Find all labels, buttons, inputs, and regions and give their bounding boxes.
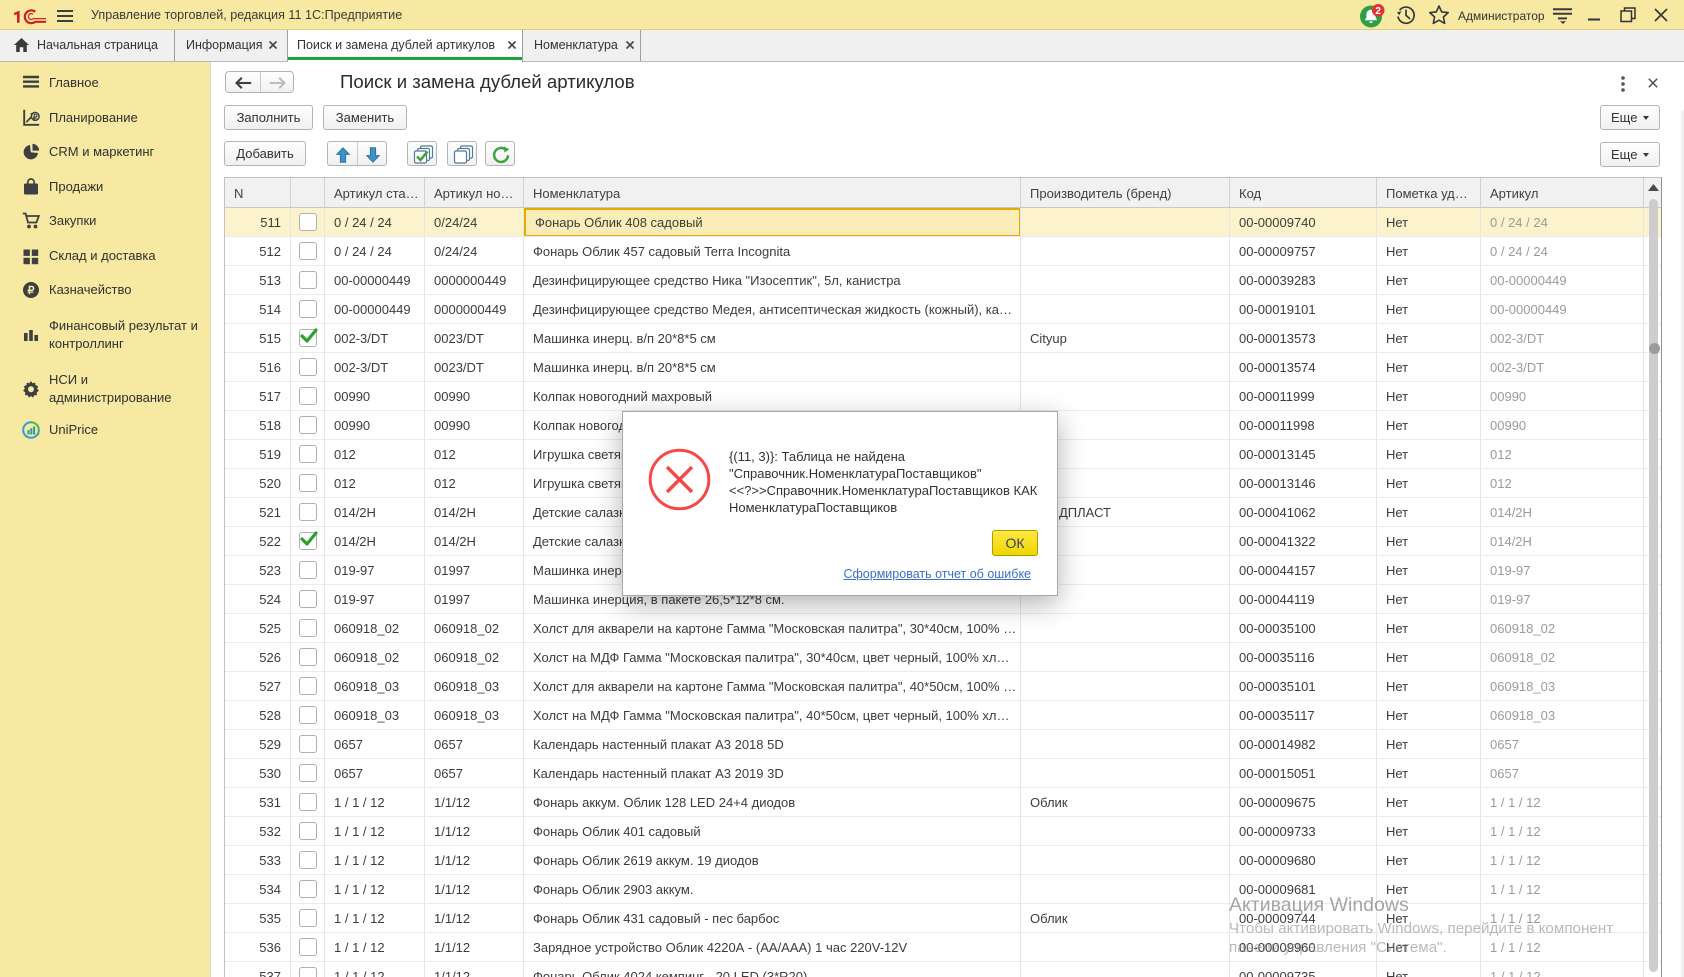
svg-text:₽: ₽ [33, 112, 38, 121]
svg-text:₽: ₽ [28, 285, 35, 297]
svg-text:2: 2 [1375, 6, 1381, 17]
